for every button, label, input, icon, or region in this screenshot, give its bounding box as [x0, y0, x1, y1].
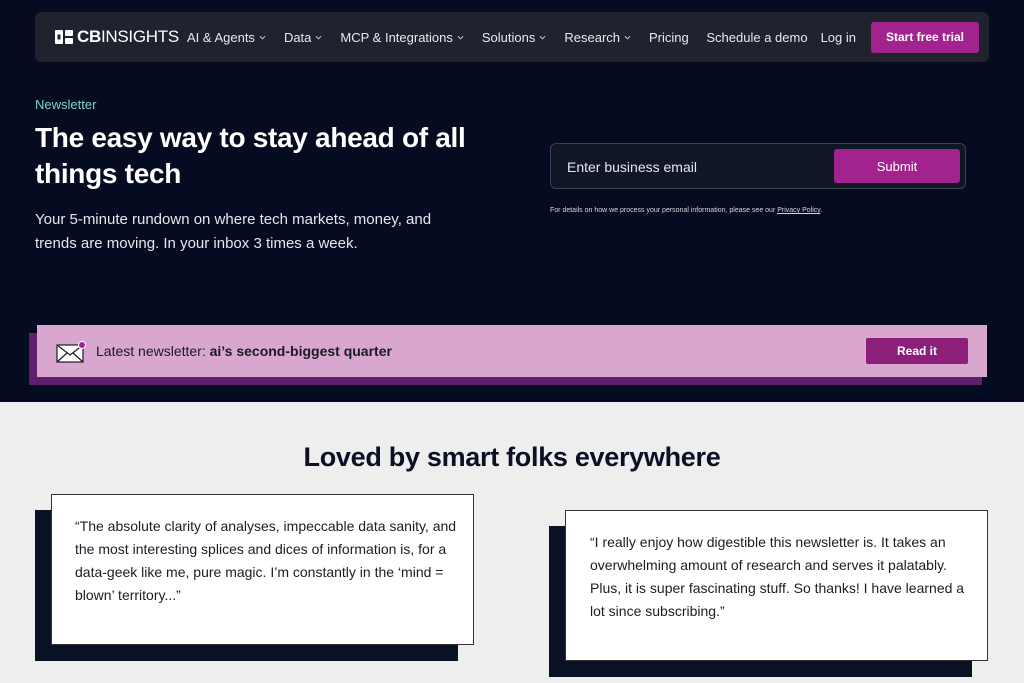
- nav-item-label: Research: [564, 29, 621, 45]
- cb-insights-logo[interactable]: CB INSIGHTS: [55, 27, 179, 47]
- nav-item-label: MCP & Integrations: [340, 29, 453, 45]
- chevron-down-icon: [457, 35, 464, 40]
- logo-cb-text: CB: [77, 27, 101, 46]
- newsletter-signup-form: Submit: [550, 143, 966, 189]
- nav-item-label: Data: [283, 29, 312, 45]
- page-title: The easy way to stay ahead of all things…: [35, 122, 466, 189]
- submit-button[interactable]: Submit: [834, 149, 960, 183]
- eyebrow-label: Newsletter: [35, 97, 97, 112]
- chevron-down-icon: [315, 35, 322, 40]
- chevron-down-icon: [624, 35, 631, 40]
- privacy-notice-text: For details on how we process your perso…: [550, 207, 778, 214]
- banner-prefix: Latest newsletter:: [96, 343, 210, 359]
- cb-logo-icon: [55, 30, 73, 44]
- privacy-policy-link[interactable]: Privacy Policy: [777, 207, 820, 214]
- chevron-down-icon: [539, 35, 546, 40]
- log-in-link[interactable]: Log in: [821, 30, 856, 45]
- nav-item-research[interactable]: Research: [564, 30, 631, 45]
- nav-item-solutions[interactable]: Solutions: [482, 30, 546, 45]
- testimonial-card: “I really enjoy how digestible this news…: [565, 510, 988, 661]
- nav-item-ai-agents[interactable]: AI & Agents: [187, 30, 266, 45]
- banner-newsletter-title: ai’s second-biggest quarter: [209, 343, 392, 359]
- banner-text: Latest newsletter: ai’s second-biggest q…: [96, 343, 392, 359]
- nav-item-label: Pricing: [649, 29, 689, 45]
- testimonial-quote: “I really enjoy how digestible this news…: [590, 534, 965, 619]
- testimonials-section: Loved by smart folks everywhere “The abs…: [0, 402, 1024, 683]
- read-it-button[interactable]: Read it: [866, 338, 968, 364]
- testimonials-title: Loved by smart folks everywhere: [303, 442, 721, 472]
- privacy-notice-end: .: [820, 207, 823, 214]
- nav-menu: AI & Agents Data MCP & Integrations Solu…: [187, 12, 707, 62]
- nav-actions: Schedule a demo Log in Start free trial: [706, 12, 979, 62]
- schedule-demo-link[interactable]: Schedule a demo: [706, 30, 807, 45]
- nav-item-pricing[interactable]: Pricing: [649, 30, 689, 45]
- chevron-down-icon: [259, 35, 266, 40]
- business-email-input[interactable]: [567, 156, 827, 178]
- nav-item-mcp-integrations[interactable]: MCP & Integrations: [340, 29, 464, 45]
- latest-newsletter-banner: Latest newsletter: ai’s second-biggest q…: [37, 325, 987, 377]
- hero-section: CB INSIGHTS AI & Agents Data MCP & Integr…: [0, 0, 1024, 402]
- envelope-icon: [56, 341, 86, 363]
- nav-item-label: Solutions: [481, 29, 536, 45]
- logo-insights-text: INSIGHTS: [100, 27, 179, 46]
- nav-item-label: AI & Agents: [187, 29, 255, 45]
- page-subtitle: Your 5-minute rundown on where tech mark…: [35, 211, 432, 252]
- privacy-notice: For details on how we process your perso…: [550, 207, 822, 214]
- nav-item-data[interactable]: Data: [284, 30, 322, 45]
- start-free-trial-button[interactable]: Start free trial: [871, 21, 979, 53]
- testimonial-card: “The absolute clarity of analyses, impec…: [51, 494, 474, 645]
- top-nav: CB INSIGHTS AI & Agents Data MCP & Integr…: [35, 12, 989, 62]
- testimonial-quote: “The absolute clarity of analyses, impec…: [75, 518, 457, 603]
